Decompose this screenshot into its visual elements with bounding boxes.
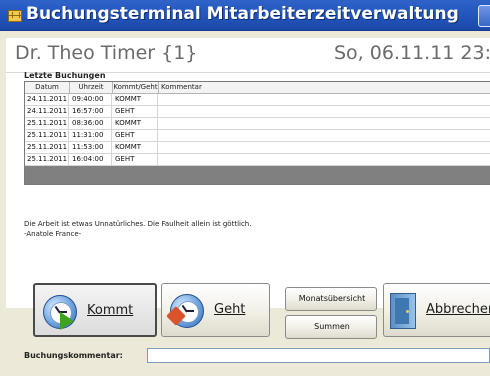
cell-uhrzeit: 08:36:00 — [70, 118, 112, 129]
cell-kommt-geht: KOMMT — [113, 142, 158, 153]
summen-button[interactable]: Summen — [285, 315, 377, 339]
title-bar[interactable]: Buchungsterminal Mitarbeiterzeitverwaltu… — [0, 0, 490, 31]
column-header-kommentar[interactable]: Kommentar — [159, 82, 490, 93]
cell-kommentar — [159, 118, 490, 129]
cell-datum: 25.11.2011 — [27, 154, 69, 165]
cell-datum: 25.11.2011 — [27, 130, 69, 141]
column-header-datum[interactable]: Datum — [25, 82, 70, 93]
abbrechen-button[interactable]: Abbrechen — [383, 283, 490, 337]
geht-label: Geht — [214, 302, 246, 317]
cell-kommentar — [159, 154, 490, 165]
column-header-uhrzeit[interactable]: Uhrzeit — [70, 82, 113, 93]
current-datetime: So, 06.11.11 23:29:4 — [334, 42, 490, 64]
cell-kommt-geht: GEHT — [113, 154, 158, 165]
cell-kommentar — [159, 106, 490, 117]
kommt-button[interactable]: Kommt — [33, 283, 157, 337]
table-row[interactable]: 25.11.2011 11:53:00 KOMMT — [25, 142, 490, 154]
kommt-label: Kommt — [87, 303, 134, 318]
quote-text: Die Arbeit ist etwas Unnatürliches. Die … — [24, 219, 251, 239]
bookings-title: Letzte Buchungen — [24, 71, 106, 80]
cell-uhrzeit: 09:40:00 — [70, 94, 112, 105]
geht-button[interactable]: Geht — [161, 283, 270, 337]
table-row[interactable]: 24.11.2011 16:57:00 GEHT — [25, 106, 490, 118]
column-header-kommt-geht[interactable]: Kommt/Geht — [113, 82, 159, 93]
app-calendar-icon — [8, 10, 22, 22]
bookings-table[interactable]: Datum Uhrzeit Kommt/Geht Kommentar 24.11… — [24, 81, 490, 185]
cell-uhrzeit: 11:53:00 — [70, 142, 112, 153]
cell-datum: 24.11.2011 — [27, 106, 69, 117]
cell-datum: 25.11.2011 — [27, 142, 69, 153]
comment-input[interactable] — [147, 348, 490, 363]
cell-kommt-geht: GEHT — [113, 106, 158, 117]
cell-kommt-geht: KOMMT — [113, 94, 158, 105]
table-body: 24.11.2011 09:40:00 KOMMT 24.11.2011 16:… — [25, 94, 490, 166]
window-title: Buchungsterminal Mitarbeiterzeitverwaltu… — [26, 4, 459, 24]
table-row[interactable]: 25.11.2011 11:31:00 GEHT — [25, 130, 490, 142]
window-control-button[interactable] — [478, 5, 490, 27]
cell-uhrzeit: 16:57:00 — [70, 106, 112, 117]
cell-uhrzeit: 11:31:00 — [70, 130, 112, 141]
user-name: Dr. Theo Timer {1} — [15, 42, 198, 64]
cell-kommt-geht: GEHT — [113, 130, 158, 141]
cell-kommentar — [159, 130, 490, 141]
cell-kommt-geht: KOMMT — [113, 118, 158, 129]
cell-datum: 24.11.2011 — [27, 94, 69, 105]
table-row[interactable]: 25.11.2011 16:04:00 GEHT — [25, 154, 490, 166]
cell-kommentar — [159, 142, 490, 153]
door-exit-icon — [390, 293, 416, 329]
cell-datum: 25.11.2011 — [27, 118, 69, 129]
header-panel: Dr. Theo Timer {1} So, 06.11.11 23:29:4 — [6, 38, 490, 73]
comment-label: Buchungskommentar: — [24, 351, 123, 360]
quote-author: -Anatole France- — [24, 230, 82, 238]
cell-uhrzeit: 16:04:00 — [70, 154, 112, 165]
summen-label: Summen — [314, 322, 350, 331]
abbrechen-label: Abbrechen — [426, 302, 490, 317]
cell-kommentar — [159, 94, 490, 105]
monatsuebersicht-label: Monatsübersicht — [298, 294, 366, 303]
app-window: Buchungsterminal Mitarbeiterzeitverwaltu… — [0, 0, 490, 376]
table-row[interactable]: 24.11.2011 09:40:00 KOMMT — [25, 94, 490, 106]
table-header: Datum Uhrzeit Kommt/Geht Kommentar — [25, 82, 490, 94]
clock-arrow-in-icon — [43, 295, 77, 330]
table-row[interactable]: 25.11.2011 08:36:00 KOMMT — [25, 118, 490, 130]
monatsuebersicht-button[interactable]: Monatsübersicht — [285, 287, 377, 311]
quote-line: Die Arbeit ist etwas Unnatürliches. Die … — [24, 220, 252, 228]
clock-arrow-out-icon — [166, 294, 204, 328]
